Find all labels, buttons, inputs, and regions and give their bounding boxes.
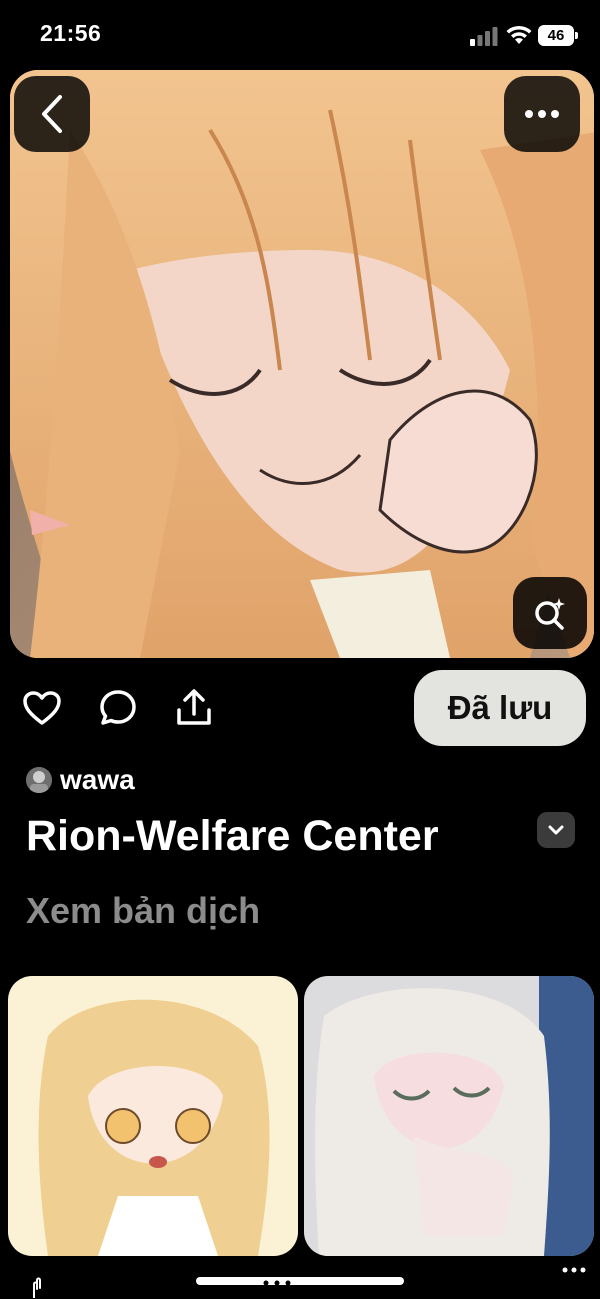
hand-icon: [33, 1277, 41, 1298]
pin-title: Rion-Welfare Center: [26, 812, 439, 860]
see-translation-link[interactable]: Xem bản dịch: [26, 890, 260, 932]
share-button[interactable]: [174, 688, 214, 728]
related-pin[interactable]: [8, 976, 298, 1256]
more-horizontal-icon: [263, 1280, 291, 1286]
more-horizontal-icon[interactable]: [562, 1266, 586, 1274]
visual-search-button[interactable]: [513, 577, 587, 649]
comment-button[interactable]: [98, 688, 138, 728]
pin-actions: Đã lưu: [0, 668, 600, 748]
battery-indicator: 46: [538, 25, 578, 46]
pin-author[interactable]: wawa: [26, 764, 135, 796]
chibi-girl-illustration: [8, 976, 298, 1256]
share-icon: [177, 689, 211, 725]
cellular-signal-icon: [470, 27, 498, 46]
more-horizontal-icon: [525, 110, 559, 118]
chevron-down-icon: [548, 825, 564, 835]
chevron-left-icon: [42, 95, 62, 133]
avatar: [26, 767, 52, 793]
wifi-icon: [506, 25, 532, 44]
saved-button[interactable]: Đã lưu: [414, 670, 586, 746]
back-button[interactable]: [14, 76, 90, 152]
visual-search-icon: [535, 598, 565, 630]
related-pin[interactable]: [304, 976, 594, 1256]
comment-icon: [100, 690, 136, 725]
heart-icon: [23, 691, 61, 725]
anime-girl-illustration: [10, 70, 594, 658]
more-options-button[interactable]: [504, 76, 580, 152]
status-bar: 21:56 46: [0, 0, 600, 70]
author-name: wawa: [60, 764, 135, 795]
expand-details-button[interactable]: [537, 812, 575, 848]
white-hair-girl-illustration: [304, 976, 594, 1256]
status-time: 21:56: [40, 20, 102, 46]
home-indicator[interactable]: [196, 1277, 404, 1285]
like-button[interactable]: [22, 688, 62, 728]
pin-image[interactable]: [10, 70, 594, 658]
